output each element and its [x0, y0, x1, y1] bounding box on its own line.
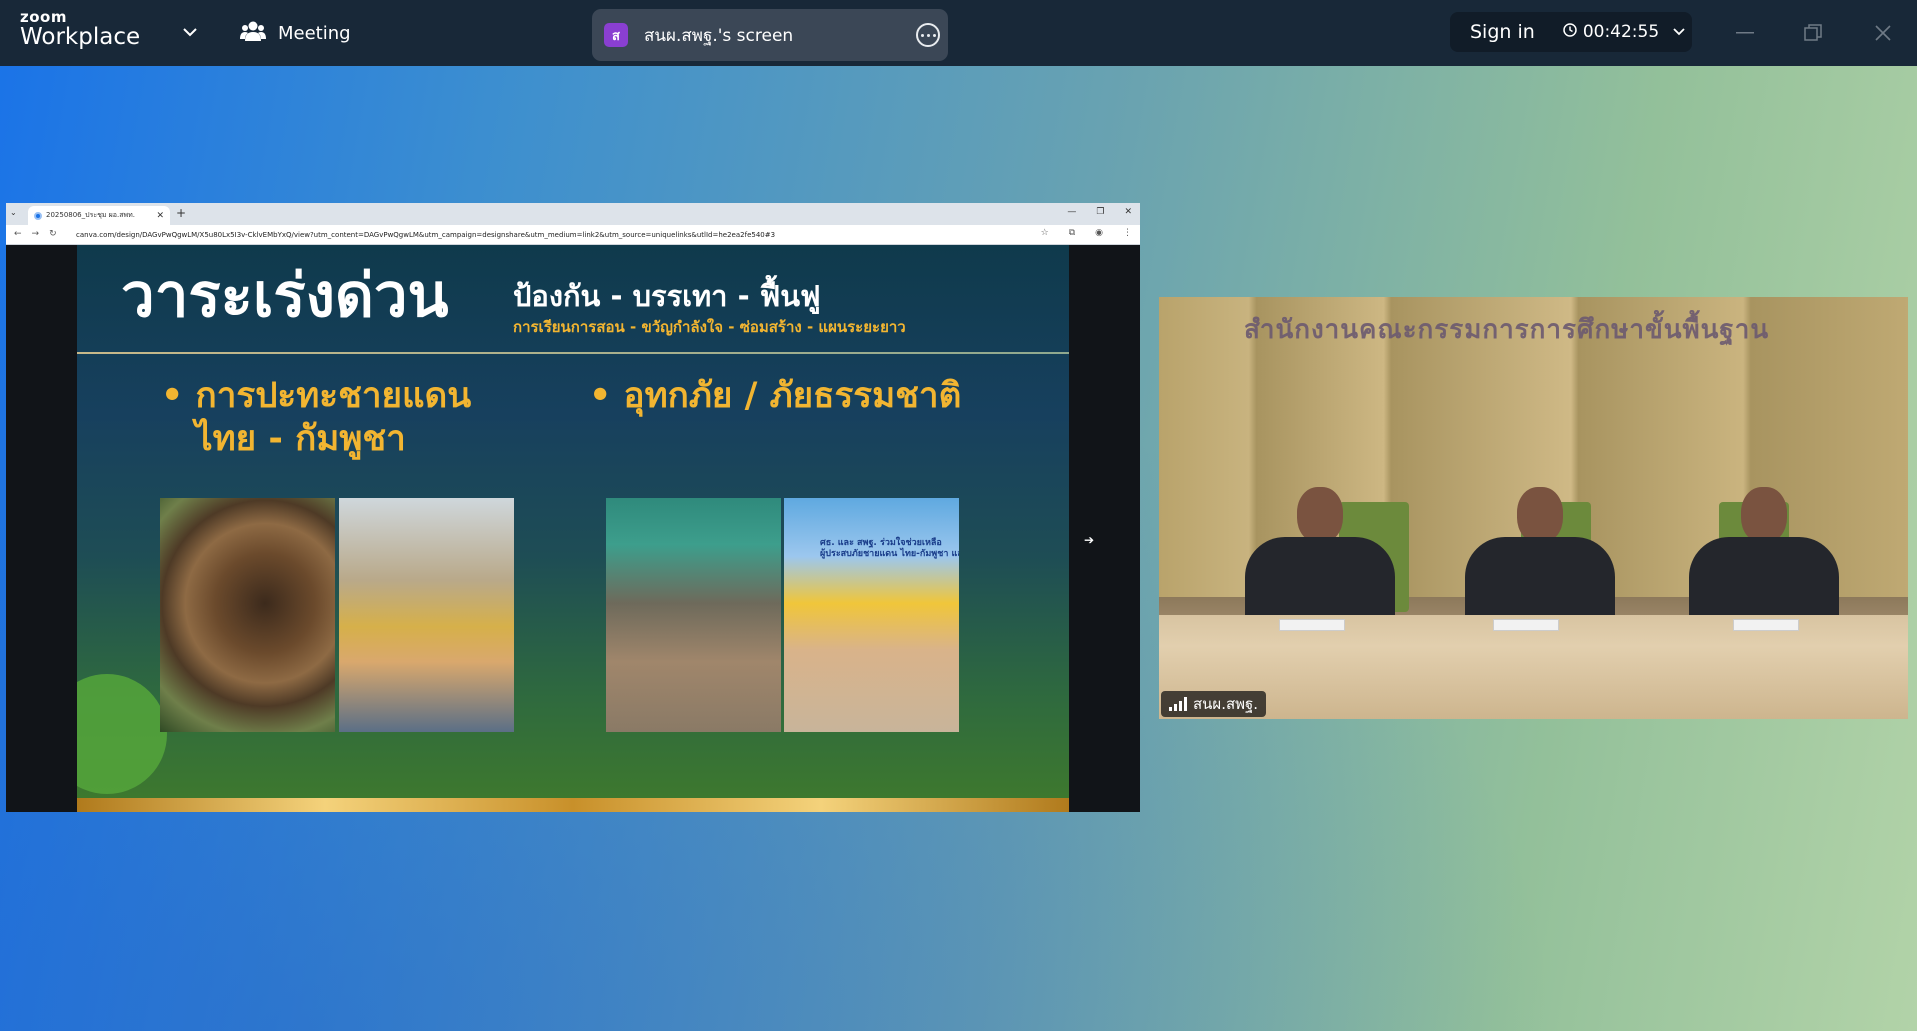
sign-in-button[interactable]: Sign in: [1470, 21, 1535, 43]
bullet-left-line1: • การปะทะชายแดน: [161, 376, 472, 416]
timer-chevron-down-icon: [1673, 28, 1685, 36]
presenter-cursor-icon: ➔: [1084, 533, 1095, 547]
forward-arrow-icon: →: [31, 229, 40, 239]
browser-menu-icon: ⋮: [1123, 228, 1132, 238]
meeting-label: Meeting: [278, 22, 351, 44]
browser-close-icon: ✕: [1124, 207, 1132, 217]
session-controls: Sign in 00:42:55: [1450, 12, 1692, 52]
participant-person: [1689, 487, 1839, 637]
app-menu-chevron-down-icon[interactable]: [178, 20, 202, 44]
nameplate: [1493, 619, 1559, 631]
photo-classroom: [339, 498, 514, 732]
slide-gold-bar: [77, 798, 1069, 812]
photo-donation: ศธ. และ สพฐ. ร่วมใจช่วยเหลือ ผู้ประสบภัย…: [784, 498, 959, 732]
signal-icon: [1169, 697, 1187, 711]
tab-close-icon: ✕: [156, 210, 164, 221]
participant-name: สนผ.สพฐ.: [1193, 695, 1259, 713]
nameplate: [1279, 619, 1345, 631]
bullet-left-line2: ไทย - กัมพูชา: [195, 418, 406, 459]
slide-bullet-border-conflict: • การปะทะชายแดน ไทย - กัมพูชา: [161, 375, 471, 460]
share-label: สนผ.สพฐ.'s screen: [644, 25, 794, 46]
meeting-button[interactable]: Meeting: [240, 18, 351, 48]
browser-window-controls: — ❐ ✕: [1067, 207, 1132, 217]
logo-workplace-text: Workplace: [20, 24, 141, 50]
more-icon[interactable]: [916, 23, 940, 47]
browser-minimize-icon: —: [1067, 207, 1077, 217]
close-icon[interactable]: [1866, 16, 1900, 50]
back-arrow-icon: ←: [14, 229, 22, 239]
browser-tab-strip: ⌄ 20250806_ประชุม ผอ.สพท. ✕ + — ❐ ✕: [6, 203, 1140, 225]
extensions-icon: ⧉: [1068, 228, 1076, 238]
nameplate: [1733, 619, 1799, 631]
timer-value: 00:42:55: [1582, 22, 1660, 42]
address-bar-icons: ☆ ⧉ ◉ ⋮: [1041, 228, 1132, 238]
new-tab-plus-icon: +: [176, 206, 187, 220]
presentation-slide: วาระเร่งด่วน ป้องกัน - บรรเทา - ฟื้นฟู ก…: [77, 245, 1069, 812]
participant-person: [1465, 487, 1615, 637]
browser-content: วาระเร่งด่วน ป้องกัน - บรรเทา - ฟื้นฟู ก…: [6, 245, 1140, 812]
reload-icon: ↻: [49, 229, 57, 239]
photo-caption-line2: ผู้ประสบภัยชายแดน ไทย-กัมพูชา และ อุทกภั…: [820, 548, 959, 559]
zoom-workplace-logo[interactable]: zoom Workplace: [20, 10, 140, 49]
participant-person: [1245, 487, 1395, 637]
slide-subtitle: ป้องกัน - บรรเทา - ฟื้นฟู: [513, 279, 821, 313]
sharer-avatar: ส: [604, 23, 628, 47]
participants-icon: [240, 20, 266, 47]
browser-nav: ← → ↻: [14, 229, 57, 239]
tab-list-chevron-down-icon: ⌄: [10, 208, 17, 217]
profile-icon: ◉: [1095, 228, 1103, 238]
url-text: canva.com/design/DAGvPwQgwLM/X5u80Lx5I3v…: [76, 231, 776, 239]
clock-icon: [1563, 22, 1577, 42]
tab-title: 20250806_ประชุม ผอ.สพท.: [46, 211, 135, 219]
minimize-icon[interactable]: [1728, 16, 1762, 50]
slide-subtitle-secondary: การเรียนการสอน - ขวัญกำลังใจ - ซ่อมสร้าง…: [513, 318, 906, 336]
photo-caption: ศธ. และ สพฐ. ร่วมใจช่วยเหลือ ผู้ประสบภัย…: [820, 538, 959, 560]
logo-zoom-text: zoom: [20, 8, 67, 26]
browser-restore-icon: ❐: [1096, 207, 1105, 217]
browser-address-bar: ← → ↻ canva.com/design/DAGvPwQgwLM/X5u80…: [6, 225, 1140, 245]
participant-name-tag: สนผ.สพฐ.: [1161, 691, 1267, 717]
browser-tab: 20250806_ประชุม ผอ.สพท. ✕: [28, 206, 170, 225]
photo-flood-relief: [606, 498, 781, 732]
screen-share-indicator[interactable]: ส สนผ.สพฐ.'s screen: [592, 9, 948, 61]
slide-decoration: [77, 674, 167, 794]
slide-bullet-natural-disaster: • อุทกภัย / ภัยธรรมชาติ: [589, 376, 962, 416]
photo-bunker: [160, 498, 335, 732]
canva-favicon-icon: [34, 211, 42, 220]
slide-title: วาระเร่งด่วน: [121, 261, 449, 331]
bookmark-star-icon: ☆: [1040, 228, 1049, 238]
participant-video[interactable]: สำนักงานคณะกรรมการการศึกษาขั้นพื้นฐาน สน…: [1159, 297, 1908, 719]
photo-caption-line1: ศธ. และ สพฐ. ร่วมใจช่วยเหลือ: [820, 538, 942, 548]
top-bar: zoom Workplace Meeting ส สนผ.สพฐ.'s scre…: [0, 0, 1917, 66]
video-wall-sign: สำนักงานคณะกรรมการการศึกษาขั้นพื้นฐาน: [1244, 315, 1770, 345]
shared-screen[interactable]: ⌄ 20250806_ประชุม ผอ.สพท. ✕ + — ❐ ✕ ← → …: [6, 203, 1140, 812]
slide-divider: [77, 352, 1069, 354]
restore-icon[interactable]: [1796, 16, 1830, 50]
meeting-timer[interactable]: 00:42:55: [1563, 22, 1685, 42]
